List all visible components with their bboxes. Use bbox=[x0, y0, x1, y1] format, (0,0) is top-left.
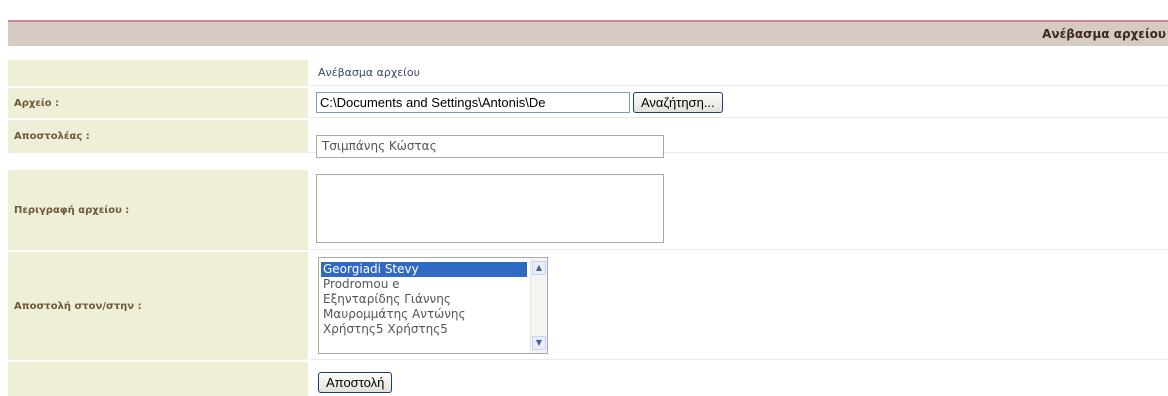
list-item[interactable]: Georgiadi Stevy bbox=[321, 262, 527, 277]
file-value-cell: C:\Documents and Settings\Antonis\De Ανα… bbox=[310, 88, 1168, 118]
page-header-bar: Ανέβασμα αρχείου bbox=[8, 20, 1168, 46]
file-row: Αρχείο : C:\Documents and Settings\Anton… bbox=[8, 88, 1168, 118]
form-section-row: Ανέβασμα αρχείου bbox=[8, 60, 1168, 86]
submit-button[interactable]: Αποστολή bbox=[318, 372, 393, 393]
recipients-scrollbar[interactable]: ▲ ▼ bbox=[530, 258, 547, 353]
file-path-input[interactable]: C:\Documents and Settings\Antonis\De bbox=[316, 92, 630, 113]
page-title: Ανέβασμα αρχείου bbox=[1042, 27, 1166, 41]
scroll-down-arrow-icon[interactable]: ▼ bbox=[532, 336, 546, 350]
description-label: Περιγραφή αρχείου : bbox=[8, 170, 308, 250]
list-item[interactable]: Prodromou e bbox=[321, 277, 527, 292]
recipients-listbox[interactable]: Georgiadi Stevy Prodromou e Εξηνταρίδης … bbox=[318, 257, 548, 354]
list-item[interactable]: Εξηνταρίδης Γιάννης bbox=[321, 292, 527, 307]
form-section-title: Ανέβασμα αρχείου bbox=[318, 66, 420, 79]
recipients-row: Αποστολή στον/στην : Georgiadi Stevy Pro… bbox=[8, 252, 1168, 360]
empty-label-cell bbox=[8, 60, 308, 86]
sender-field[interactable]: Τσιμπάνης Κώστας bbox=[316, 135, 664, 158]
list-item[interactable]: Μαυρομμάτης Αντώνης bbox=[321, 307, 527, 322]
file-label: Αρχείο : bbox=[8, 88, 308, 118]
description-value-cell bbox=[310, 170, 1168, 250]
description-row: Περιγραφή αρχείου : bbox=[8, 170, 1168, 250]
empty-label-cell bbox=[8, 362, 308, 396]
list-item[interactable]: Χρήστης5 Χρήστης5 bbox=[321, 322, 527, 337]
browse-button[interactable]: Αναζήτηση... bbox=[633, 92, 723, 113]
recipients-label: Αποστολή στον/στην : bbox=[8, 252, 308, 360]
submit-value-cell: Αποστολή bbox=[310, 362, 1168, 396]
recipients-value-cell: Georgiadi Stevy Prodromou e Εξηνταρίδης … bbox=[310, 252, 1168, 360]
sender-label: Αποστολέας : bbox=[8, 120, 308, 153]
sender-value-cell: Τσιμπάνης Κώστας bbox=[310, 120, 1168, 158]
sender-row: Αποστολέας : Τσιμπάνης Κώστας bbox=[8, 120, 1168, 158]
description-textarea[interactable] bbox=[316, 174, 664, 243]
submit-row: Αποστολή bbox=[8, 362, 1168, 396]
scroll-up-arrow-icon[interactable]: ▲ bbox=[532, 261, 546, 275]
section-value-cell: Ανέβασμα αρχείου bbox=[310, 60, 1168, 86]
